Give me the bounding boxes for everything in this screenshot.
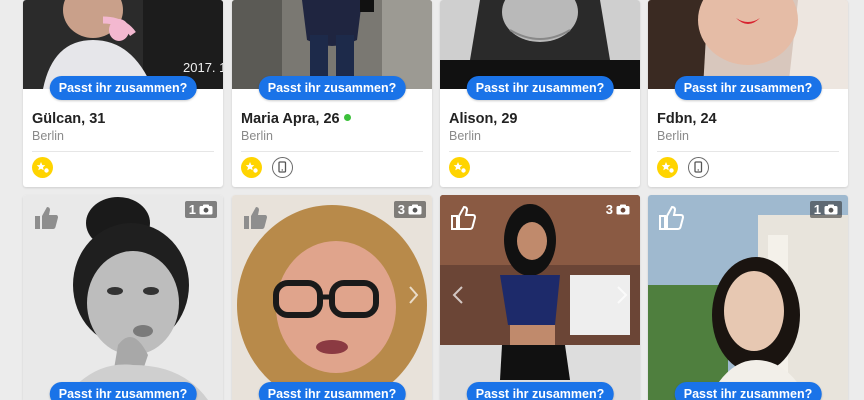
photo-count-badge: 3 bbox=[393, 201, 426, 218]
star-badge-icon[interactable] bbox=[657, 157, 678, 178]
match-button[interactable]: Passt ihr zusammen? bbox=[49, 76, 197, 100]
camera-icon bbox=[616, 204, 630, 215]
thumbs-up-icon[interactable] bbox=[240, 203, 270, 233]
divider bbox=[32, 151, 214, 152]
profile-city: Berlin bbox=[32, 129, 64, 143]
star-badge-icon[interactable] bbox=[32, 157, 53, 178]
divider bbox=[241, 151, 423, 152]
phone-icon[interactable] bbox=[272, 157, 294, 178]
match-button[interactable]: Passt ihr zusammen? bbox=[674, 382, 822, 400]
profile-name[interactable]: Fdbn, 24 bbox=[657, 111, 717, 127]
profile-city: Berlin bbox=[449, 129, 481, 143]
star-badge-icon[interactable] bbox=[241, 157, 262, 178]
profile-city: Berlin bbox=[657, 129, 689, 143]
match-button[interactable]: Passt ihr zusammen? bbox=[49, 382, 197, 400]
thumbs-up-icon[interactable] bbox=[656, 203, 686, 233]
photo-count-badge: 1 bbox=[184, 201, 217, 218]
profile-card[interactable]: 1 Passt ihr zusammen? bbox=[23, 195, 223, 400]
profile-card[interactable]: 2017. 1 Passt ihr zusammen? Gülcan, 31 B… bbox=[23, 0, 223, 187]
profile-name[interactable]: Alison, 29 bbox=[449, 111, 518, 127]
online-dot-icon bbox=[343, 114, 351, 121]
thumbs-up-icon[interactable] bbox=[448, 203, 478, 233]
profile-card[interactable]: 1 Passt ihr zusammen? bbox=[648, 195, 848, 400]
photo-count-badge: 3 bbox=[602, 201, 634, 218]
star-badge-icon[interactable] bbox=[449, 157, 470, 178]
profile-card[interactable]: 3 Passt ihr zusammen? bbox=[232, 195, 432, 400]
badge-row bbox=[657, 157, 715, 178]
photo-date-stamp: 2017. 1 bbox=[183, 60, 223, 75]
camera-icon bbox=[408, 204, 422, 215]
profile-card[interactable]: Passt ihr zusammen? Maria Apra, 26 Berli… bbox=[232, 0, 432, 187]
camera-icon bbox=[199, 204, 213, 215]
match-button[interactable]: Passt ihr zusammen? bbox=[466, 382, 614, 400]
camera-icon bbox=[824, 204, 838, 215]
badge-row bbox=[449, 157, 476, 178]
profile-card[interactable]: Passt ihr zusammen? Alison, 29 Berlin bbox=[440, 0, 640, 187]
divider bbox=[449, 151, 631, 152]
profile-card[interactable]: 3 Passt ihr zusammen? bbox=[440, 195, 640, 400]
profile-name[interactable]: Maria Apra, 26 bbox=[241, 111, 351, 127]
thumbs-up-icon[interactable] bbox=[31, 203, 61, 233]
match-button[interactable]: Passt ihr zusammen? bbox=[258, 382, 406, 400]
match-button[interactable]: Passt ihr zusammen? bbox=[466, 76, 614, 100]
photo-count-badge: 1 bbox=[809, 201, 842, 218]
match-button[interactable]: Passt ihr zusammen? bbox=[674, 76, 822, 100]
divider bbox=[657, 151, 839, 152]
profile-card[interactable]: Passt ihr zusammen? Fdbn, 24 Berlin bbox=[648, 0, 848, 187]
profile-name[interactable]: Gülcan, 31 bbox=[32, 111, 105, 127]
badge-row bbox=[32, 157, 59, 178]
phone-icon[interactable] bbox=[688, 157, 710, 178]
match-button[interactable]: Passt ihr zusammen? bbox=[258, 76, 406, 100]
badge-row bbox=[241, 157, 299, 178]
profile-city: Berlin bbox=[241, 129, 273, 143]
